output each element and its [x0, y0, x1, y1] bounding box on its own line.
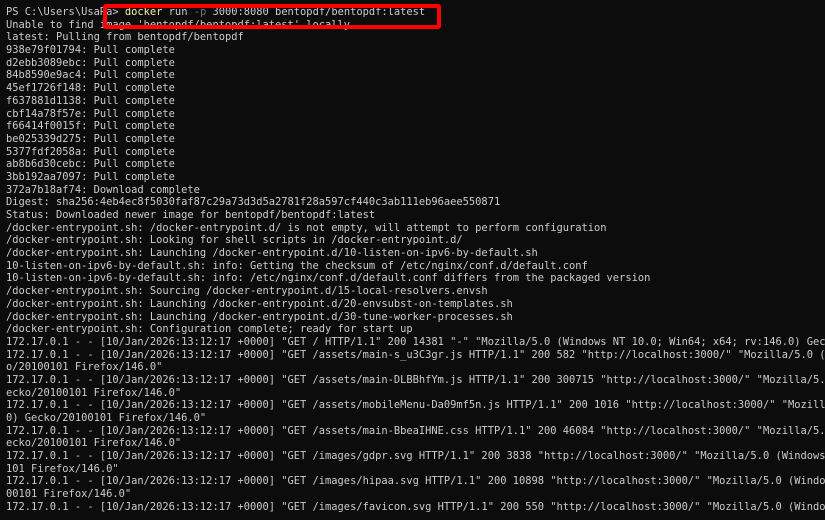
output-line: latest: Pulling from bentopdf/bentopdf: [6, 31, 244, 44]
output-line: 172.17.0.1 - - [10/Jan/2026:13:12:17 +00…: [6, 500, 825, 513]
output-line: 172.17.0.1 - - [10/Jan/2026:13:12:17 +00…: [6, 348, 825, 361]
output-line: 3bb192aa7097: Pull complete: [6, 170, 175, 183]
output-line: 172.17.0.1 - - [10/Jan/2026:13:12:17 +00…: [6, 450, 825, 463]
output-line: Digest: sha256:4eb4ec8f5030faf87c29a73d3…: [6, 196, 501, 209]
command-flag: -p: [193, 6, 207, 18]
terminal-output: Unable to find image 'bentopdf/bentopdf:…: [6, 19, 825, 514]
output-line: 84b8590e9ac4: Pull complete: [6, 69, 175, 82]
output-line: /docker-entrypoint.sh: Configuration com…: [6, 323, 413, 336]
output-line: d2ebb3089ebc: Pull complete: [6, 56, 175, 69]
output-line: 172.17.0.1 - - [10/Jan/2026:13:12:17 +00…: [6, 399, 825, 412]
output-line: cbf14a78f57e: Pull complete: [6, 107, 175, 120]
command-program: docker: [124, 6, 163, 18]
output-line: ab8b6d30cebc: Pull complete: [6, 158, 175, 171]
output-line: 172.17.0.1 - - [10/Jan/2026:13:12:17 +00…: [6, 373, 825, 386]
output-line: 172.17.0.1 - - [10/Jan/2026:13:12:17 +00…: [6, 475, 825, 488]
output-line: Unable to find image 'bentopdf/bentopdf:…: [6, 18, 351, 31]
output-line: f66414f0015f: Pull complete: [6, 120, 175, 133]
output-line: 0) Gecko/20100101 Firefox/146.0": [6, 412, 207, 424]
output-line: ecko/20100101 Firefox/146.0": [6, 386, 182, 399]
terminal-window[interactable]: PS C:\Users\UsaRa> docker run -p 3000:80…: [0, 0, 825, 520]
output-line: /docker-entrypoint.sh: Launching /docker…: [6, 297, 513, 310]
output-line: 938e79f01794: Pull complete: [6, 44, 175, 57]
prompt-path: PS C:\Users\UsaRa: [6, 6, 113, 18]
command-subcommand: run: [162, 6, 194, 18]
output-line: Status: Downloaded newer image for bento…: [6, 209, 376, 221]
output-line: 10-listen-on-ipv6-by-default.sh: info: G…: [6, 259, 588, 272]
command-line: PS C:\Users\UsaRa> docker run -p 3000:80…: [6, 6, 825, 19]
output-line: /docker-entrypoint.sh: /docker-entrypoin…: [6, 221, 607, 234]
output-line: 172.17.0.1 - - [10/Jan/2026:13:12:17 +00…: [6, 424, 825, 437]
command-args: 3000:8080 bentopdf/bentopdf:latest: [206, 6, 426, 18]
output-line: 5377fdf2058a: Pull complete: [6, 145, 175, 158]
output-line: /docker-entrypoint.sh: Sourcing /docker-…: [6, 285, 488, 298]
output-line: 372a7b18af74: Download complete: [6, 183, 200, 196]
output-line: 00101 Firefox/146.0": [6, 488, 132, 501]
output-line: 45ef1726f148: Pull complete: [6, 82, 175, 95]
output-line: f637881d1138: Pull complete: [6, 94, 175, 107]
output-line: be025339d275: Pull complete: [6, 132, 175, 145]
prompt-suffix: >: [112, 6, 125, 18]
output-line: /docker-entrypoint.sh: Launching /docker…: [6, 310, 513, 323]
output-line: 101 Firefox/146.0": [6, 462, 119, 475]
output-line: /docker-entrypoint.sh: Looking for shell…: [6, 234, 463, 247]
output-line: o/20100101 Firefox/146.0": [6, 361, 163, 374]
output-line: 172.17.0.1 - - [10/Jan/2026:13:12:17 +00…: [6, 335, 825, 348]
output-line: /docker-entrypoint.sh: Launching /docker…: [6, 247, 538, 260]
output-line: ecko/20100101 Firefox/146.0": [6, 437, 182, 450]
output-line: 10-listen-on-ipv6-by-default.sh: info: /…: [6, 272, 651, 285]
